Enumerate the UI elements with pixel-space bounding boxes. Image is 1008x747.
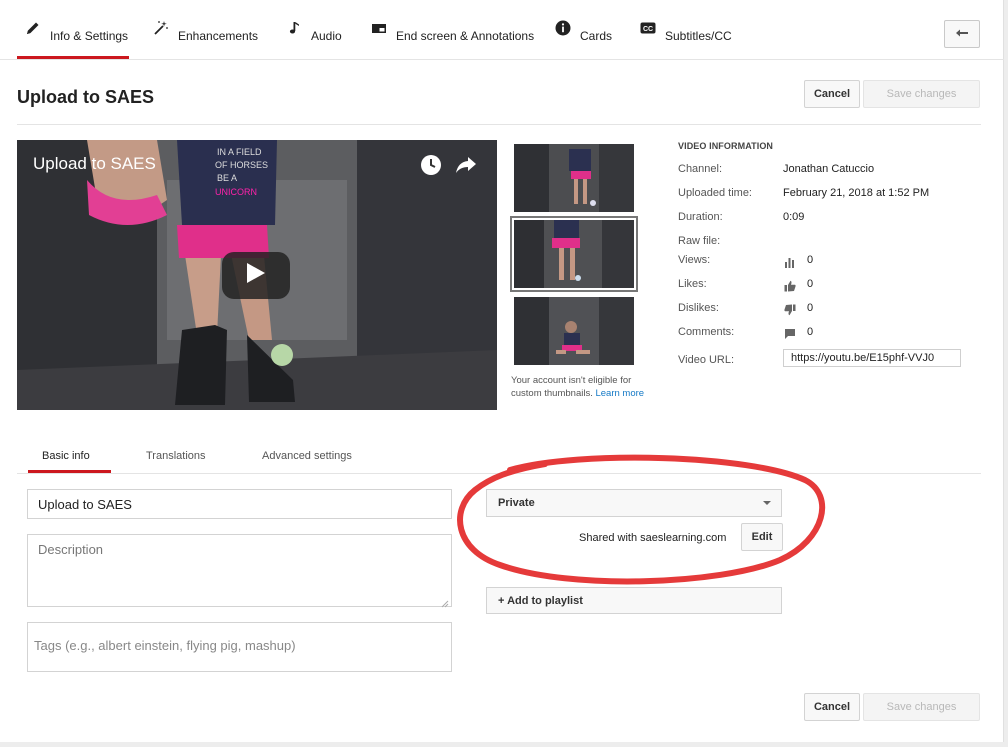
likes-label: Likes:: [678, 278, 707, 290]
video-editor-page: Info & Settings Enhancements Audio End s…: [0, 0, 1004, 742]
magic-wand-icon: [153, 20, 169, 36]
annotation-ellipse: [457, 454, 826, 585]
privacy-selected-value: Private: [498, 497, 535, 509]
end-screen-icon: [371, 20, 387, 36]
tab-label: Info & Settings: [50, 29, 129, 43]
thumbnail-image: [514, 220, 634, 288]
uploaded-time-value: February 21, 2018 at 1:52 PM: [783, 187, 930, 199]
description-placeholder: Description: [38, 542, 104, 557]
learn-more-link[interactable]: Learn more: [595, 388, 644, 399]
resize-handle-icon[interactable]: [441, 596, 449, 608]
footer-cancel-button[interactable]: Cancel: [804, 693, 860, 721]
divider: [17, 124, 981, 125]
edit-sharing-button[interactable]: Edit: [741, 523, 783, 551]
tab-translations[interactable]: Translations: [146, 450, 206, 462]
comments-value: 0: [807, 326, 814, 338]
tab-end-screen[interactable]: End screen & Annotations: [371, 20, 534, 60]
channel-value: Jonathan Catuccio: [783, 163, 875, 175]
video-information-heading: VIDEO INFORMATION: [678, 141, 774, 151]
tab-subtitles[interactable]: CC Subtitles/CC: [640, 20, 732, 60]
likes-value: 0: [807, 278, 814, 290]
back-arrow-icon: [955, 25, 969, 43]
play-button[interactable]: [222, 252, 290, 299]
chevron-down-icon: [763, 501, 771, 505]
video-title-overlay: Upload to SAES: [33, 154, 156, 173]
shared-with-text: Shared with saeslearning.com: [579, 532, 727, 544]
back-button[interactable]: [944, 20, 980, 48]
tags-input[interactable]: Tags (e.g., albert einstein, flying pig,…: [27, 622, 452, 672]
thumbnail-option-3[interactable]: [514, 297, 634, 365]
thumbnail-option-1[interactable]: [514, 144, 634, 212]
share-icon[interactable]: [455, 154, 477, 181]
thumbnail-option-2-selected[interactable]: [510, 216, 638, 292]
svg-text:IN A FIELD: IN A FIELD: [217, 147, 262, 157]
video-player[interactable]: IN A FIELD OF HORSES BE A UNICORN Upload…: [17, 140, 497, 410]
cancel-button[interactable]: Cancel: [804, 80, 860, 108]
tab-basic-info[interactable]: Basic info: [42, 450, 90, 462]
tab-audio[interactable]: Audio: [286, 20, 342, 60]
dislikes-value: 0: [807, 302, 814, 314]
bar-chart-icon: [784, 255, 796, 268]
duration-label: Duration:: [678, 211, 723, 223]
video-url-label: Video URL:: [678, 354, 735, 366]
pencil-icon: [25, 20, 41, 36]
top-tab-bar: Info & Settings Enhancements Audio End s…: [0, 0, 1004, 60]
active-tab-underline: [28, 470, 111, 473]
svg-text:OF HORSES: OF HORSES: [215, 160, 268, 170]
tab-label: End screen & Annotations: [396, 29, 535, 43]
thumbnail-image: [514, 144, 634, 212]
subtab-divider: [17, 473, 981, 474]
tab-advanced-settings[interactable]: Advanced settings: [262, 450, 352, 462]
video-url-field[interactable]: [783, 349, 961, 367]
raw-file-label: Raw file:: [678, 235, 721, 247]
footer-save-changes-button[interactable]: Save changes: [863, 693, 980, 721]
tab-info-settings[interactable]: Info & Settings: [17, 20, 129, 60]
channel-label: Channel:: [678, 163, 723, 175]
svg-text:CC: CC: [643, 26, 653, 33]
tab-label: Subtitles/CC: [665, 29, 732, 43]
watch-later-icon[interactable]: [420, 154, 442, 181]
svg-text:BE A: BE A: [217, 173, 237, 183]
dislikes-label: Dislikes:: [678, 302, 719, 314]
svg-text:UNICORN: UNICORN: [215, 187, 257, 197]
music-note-icon: [286, 20, 302, 36]
duration-value: 0:09: [783, 211, 805, 223]
play-icon: [246, 262, 266, 289]
cc-icon: CC: [640, 20, 656, 36]
comment-icon: [784, 327, 796, 339]
add-to-playlist-button[interactable]: + Add to playlist: [486, 587, 782, 614]
description-textarea[interactable]: Description: [27, 534, 452, 608]
title-input[interactable]: [27, 489, 452, 519]
tab-label: Cards: [580, 29, 613, 43]
tags-placeholder: Tags (e.g., albert einstein, flying pig,…: [34, 638, 296, 653]
views-label: Views:: [678, 254, 711, 266]
save-changes-button[interactable]: Save changes: [863, 80, 980, 108]
tab-label: Enhancements: [178, 29, 259, 43]
thumbnail-image: [514, 297, 634, 365]
tab-cards[interactable]: Cards: [555, 20, 612, 60]
info-icon: [555, 20, 571, 36]
uploaded-time-label: Uploaded time:: [678, 187, 752, 199]
thumbnail-note: Your account isn't eligible for custom t…: [511, 374, 647, 400]
thumbs-down-icon: [784, 303, 796, 316]
tab-enhancements[interactable]: Enhancements: [153, 20, 258, 60]
privacy-dropdown[interactable]: Private: [486, 489, 782, 517]
comments-label: Comments:: [678, 326, 735, 338]
thumbs-up-icon: [784, 279, 796, 292]
page-title: Upload to SAES: [17, 87, 155, 107]
tab-label: Audio: [311, 29, 342, 43]
views-value: 0: [807, 254, 814, 266]
